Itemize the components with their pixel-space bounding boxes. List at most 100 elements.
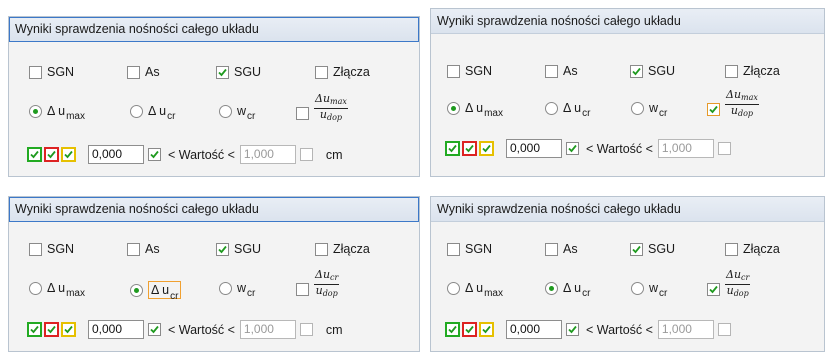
max-enable-checkbox[interactable] (299, 323, 313, 336)
checkbox-box[interactable] (296, 283, 309, 296)
green-check-toggle[interactable] (445, 322, 460, 337)
max-enable-checkbox[interactable] (717, 142, 731, 155)
wcr-radio[interactable]: w cr (219, 281, 255, 299)
max-value-input[interactable]: 1,000 (239, 145, 296, 164)
checkbox-box[interactable] (127, 242, 140, 256)
checkbox-box[interactable] (447, 242, 460, 256)
delta-ucr-radio[interactable]: Δ ucr (130, 281, 182, 302)
radio-selected[interactable] (447, 101, 460, 115)
radio[interactable] (130, 104, 143, 118)
ratio-checkbox[interactable]: Δumax udop (707, 89, 759, 120)
checkbox-box[interactable] (447, 64, 460, 78)
min-value-input[interactable]: 0,000 (88, 145, 144, 164)
radio-selected[interactable] (545, 281, 558, 295)
checkbox-box[interactable] (29, 65, 42, 79)
delta-ucr-radio[interactable]: Δ ucr (130, 104, 175, 122)
delta-umax-radio[interactable]: Δ u max (29, 281, 85, 299)
radio[interactable] (219, 104, 232, 118)
ratio-checkbox[interactable]: Δucr udop (707, 269, 751, 300)
radio[interactable] (219, 281, 232, 295)
delta-umax-radio[interactable]: Δ u max (447, 281, 503, 299)
checkbox-box-checked[interactable] (216, 65, 229, 79)
red-check-toggle[interactable] (462, 322, 477, 337)
checkbox-box[interactable] (545, 242, 558, 256)
delta-ucr-radio[interactable]: Δ ucr (545, 281, 590, 299)
max-value-input[interactable]: 1,000 (657, 139, 714, 158)
radio-selected[interactable] (130, 283, 143, 297)
checkbox-box[interactable] (725, 64, 738, 78)
zlacza-checkbox[interactable]: Złącza (725, 242, 780, 256)
radio[interactable] (545, 101, 558, 115)
checkbox-box-checked[interactable] (707, 103, 720, 116)
sgn-checkbox[interactable]: SGN (447, 64, 492, 78)
sgn-checkbox[interactable]: SGN (29, 242, 74, 256)
min-enable-checkbox[interactable] (566, 142, 579, 155)
max-value-input[interactable]: 1,000 (239, 320, 296, 339)
sgu-checkbox[interactable]: SGU (630, 242, 675, 256)
panel-title: Wyniki sprawdzenia nośności całego układ… (431, 197, 824, 222)
ratio-checkbox[interactable]: Δumax udop (296, 93, 348, 124)
max-enable-checkbox[interactable] (717, 323, 731, 336)
as-checkbox[interactable]: As (545, 64, 578, 78)
min-value-input[interactable]: 0,000 (506, 139, 562, 158)
sgu-checkbox[interactable]: SGU (216, 65, 261, 79)
sgn-checkbox[interactable]: SGN (29, 65, 74, 79)
checkbox-box[interactable] (315, 242, 328, 256)
check-icon (47, 150, 56, 159)
checkbox-box-checked[interactable] (707, 283, 720, 296)
as-checkbox[interactable]: As (545, 242, 578, 256)
sgn-label: SGN (47, 242, 75, 256)
radio[interactable] (631, 101, 644, 115)
min-enable-checkbox[interactable] (148, 148, 161, 161)
check-icon (632, 245, 641, 253)
yellow-check-toggle[interactable] (479, 141, 494, 156)
checkbox-box[interactable] (545, 64, 558, 78)
delta-umax-radio[interactable]: Δ u max (29, 104, 85, 122)
delta-u-label: Δ u (47, 104, 66, 118)
checkbox-box[interactable] (296, 107, 309, 120)
delta-ucr-radio[interactable]: Δ ucr (545, 101, 590, 119)
radio[interactable] (447, 281, 460, 295)
zlacza-checkbox[interactable]: Złącza (315, 65, 370, 79)
wcr-radio[interactable]: w cr (631, 281, 667, 299)
check-icon (568, 325, 577, 334)
checkbox-box[interactable] (127, 65, 140, 79)
as-checkbox[interactable]: As (127, 242, 160, 256)
radio[interactable] (29, 281, 42, 295)
sgu-checkbox[interactable]: SGU (630, 64, 675, 78)
green-check-toggle[interactable] (27, 147, 42, 162)
checkbox-box-checked[interactable] (630, 242, 643, 256)
max-value-input[interactable]: 1,000 (657, 320, 714, 339)
radio[interactable] (631, 281, 644, 295)
min-value-input[interactable]: 0,000 (88, 320, 144, 339)
yellow-check-toggle[interactable] (61, 147, 76, 162)
checkbox-box-checked[interactable] (630, 64, 643, 78)
wcr-radio[interactable]: w cr (631, 101, 667, 119)
zlacza-checkbox[interactable]: Złącza (315, 242, 370, 256)
ratio-checkbox[interactable]: Δucr udop (296, 269, 340, 300)
zlacza-checkbox[interactable]: Złącza (725, 64, 780, 78)
checkbox-box-checked[interactable] (216, 242, 229, 256)
check-icon (568, 144, 577, 153)
yellow-check-toggle[interactable] (479, 322, 494, 337)
red-check-toggle[interactable] (44, 147, 59, 162)
sgu-checkbox[interactable]: SGU (216, 242, 261, 256)
radio-selected[interactable] (29, 104, 42, 118)
delta-umax-radio[interactable]: Δ u max (447, 101, 503, 119)
checkbox-box[interactable] (29, 242, 42, 256)
checkbox-box[interactable] (725, 242, 738, 256)
green-check-toggle[interactable] (27, 322, 42, 337)
min-enable-checkbox[interactable] (148, 323, 161, 336)
yellow-check-toggle[interactable] (61, 322, 76, 337)
green-check-toggle[interactable] (445, 141, 460, 156)
wcr-radio[interactable]: w cr (219, 104, 255, 122)
as-checkbox[interactable]: As (127, 65, 160, 79)
sgn-checkbox[interactable]: SGN (447, 242, 492, 256)
red-check-toggle[interactable] (462, 141, 477, 156)
red-check-toggle[interactable] (44, 322, 59, 337)
as-label: As (145, 65, 160, 79)
min-enable-checkbox[interactable] (566, 323, 579, 336)
min-value-input[interactable]: 0,000 (506, 320, 562, 339)
checkbox-box[interactable] (315, 65, 328, 79)
max-enable-checkbox[interactable] (299, 148, 313, 161)
